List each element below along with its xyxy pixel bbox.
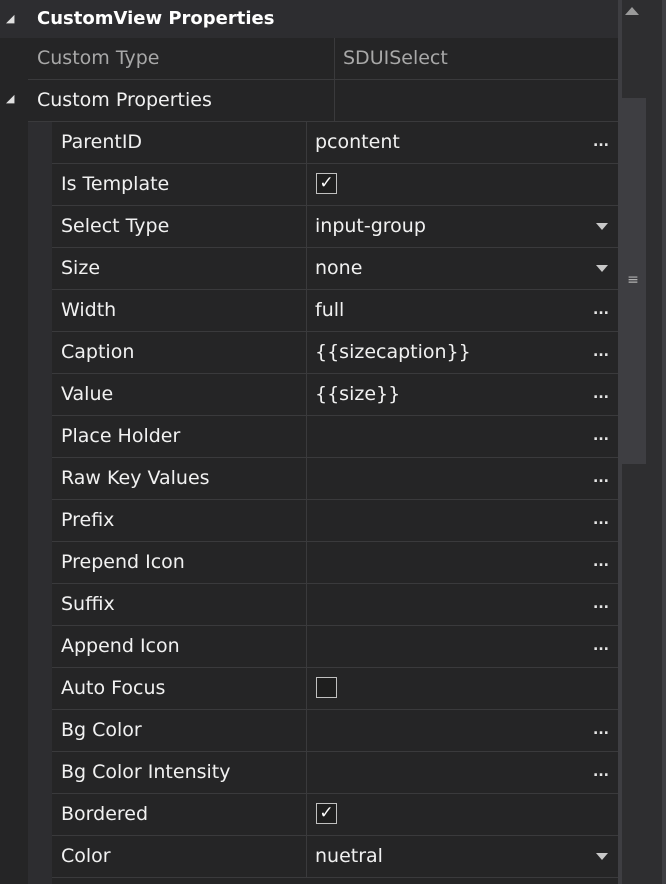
property-name: Select Type	[61, 215, 170, 237]
column-divider	[306, 710, 307, 751]
property-name: ParentID	[61, 131, 143, 153]
column-divider	[306, 248, 307, 289]
property-row-select-type[interactable]: Select Type input-group	[52, 206, 618, 248]
property-name: Custom Type	[37, 47, 160, 69]
property-name: Bg Color	[61, 719, 142, 741]
checkbox-unchecked[interactable]	[316, 677, 337, 698]
property-row-bg-color-intensity[interactable]: Bg Color Intensity...	[52, 752, 618, 794]
property-value: SDUISelect	[343, 47, 448, 69]
property-row-raw-key-values[interactable]: Raw Key Values...	[52, 458, 618, 500]
category-title: CustomView Properties	[37, 8, 275, 29]
ellipsis-button[interactable]: ...	[593, 710, 609, 751]
column-divider	[306, 164, 307, 205]
column-divider	[334, 38, 335, 79]
collapse-arrow-icon[interactable]: ◢	[6, 0, 14, 40]
property-value[interactable]: {{size}}	[315, 374, 400, 415]
column-divider	[306, 122, 307, 163]
collapse-arrow-icon[interactable]: ◢	[6, 80, 14, 120]
property-name: Size	[61, 257, 101, 279]
property-row-suffix[interactable]: Suffix...	[52, 584, 618, 626]
dropdown-arrow-icon[interactable]	[596, 265, 608, 272]
property-row-value[interactable]: Value {{size}}...	[52, 374, 618, 416]
property-row-custom-type[interactable]: Custom Type SDUISelect	[28, 38, 618, 80]
property-name: Suffix	[61, 593, 115, 615]
column-divider	[306, 584, 307, 625]
property-name: Raw Key Values	[61, 467, 210, 489]
property-name: Prepend Icon	[61, 551, 185, 573]
column-divider	[306, 458, 307, 499]
column-divider	[306, 668, 307, 709]
property-row-prefix[interactable]: Prefix...	[52, 500, 618, 542]
column-divider	[306, 332, 307, 373]
checkmark-icon: ✓	[319, 173, 334, 193]
property-name: Width	[61, 299, 117, 321]
property-name: Bordered	[61, 803, 149, 825]
subcategory-row: Custom Properties	[28, 80, 618, 122]
ellipsis-button[interactable]: ...	[593, 122, 609, 163]
property-name: Color	[61, 845, 111, 867]
property-value[interactable]: input-group	[315, 206, 426, 247]
ellipsis-button[interactable]: ...	[593, 542, 609, 583]
ellipsis-button[interactable]: ...	[593, 374, 609, 415]
property-row-parentid[interactable]: ParentID pcontent...	[52, 122, 618, 164]
property-value[interactable]: {{sizecaption}}	[315, 332, 471, 373]
property-name: Bg Color Intensity	[61, 761, 231, 783]
column-divider	[306, 752, 307, 793]
ellipsis-button[interactable]: ...	[593, 458, 609, 499]
ellipsis-button[interactable]: ...	[593, 626, 609, 667]
property-name: Append Icon	[61, 635, 180, 657]
ellipsis-button[interactable]: ...	[593, 584, 609, 625]
property-row-bordered[interactable]: Bordered ✓	[52, 794, 618, 836]
property-value[interactable]: full	[315, 290, 344, 331]
property-name: Auto Focus	[61, 677, 166, 699]
property-row-size[interactable]: Size none	[52, 248, 618, 290]
column-divider	[334, 80, 335, 121]
property-value[interactable]: none	[315, 248, 362, 289]
dropdown-arrow-icon[interactable]	[596, 853, 608, 860]
checkmark-icon: ✓	[319, 803, 334, 823]
subcategory-title: Custom Properties	[37, 89, 212, 111]
column-divider	[306, 836, 307, 877]
property-row-is-template[interactable]: Is Template ✓	[52, 164, 618, 206]
column-divider	[306, 500, 307, 541]
indent-gutter	[28, 122, 52, 884]
property-row-bg-color[interactable]: Bg Color...	[52, 710, 618, 752]
ellipsis-button[interactable]: ...	[593, 290, 609, 331]
property-value[interactable]: nuetral	[315, 836, 383, 877]
property-grid: ◢ CustomView Properties Custom Type SDUI…	[0, 0, 618, 884]
ellipsis-button[interactable]: ...	[593, 332, 609, 373]
property-row-prepend-icon[interactable]: Prepend Icon...	[52, 542, 618, 584]
ellipsis-button[interactable]: ...	[593, 752, 609, 793]
ellipsis-button[interactable]: ...	[593, 416, 609, 457]
dropdown-arrow-icon[interactable]	[596, 223, 608, 230]
property-name: Caption	[61, 341, 135, 363]
column-divider	[306, 206, 307, 247]
ellipsis-button[interactable]: ...	[593, 500, 609, 541]
property-row-caption[interactable]: Caption {{sizecaption}}...	[52, 332, 618, 374]
column-divider	[306, 416, 307, 457]
property-name: Is Template	[61, 173, 170, 195]
column-divider	[306, 794, 307, 835]
column-divider	[306, 290, 307, 331]
property-row-auto-focus[interactable]: Auto Focus	[52, 668, 618, 710]
property-row-width[interactable]: Width full...	[52, 290, 618, 332]
category-custom-properties[interactable]: ◢ Custom Properties	[0, 80, 618, 122]
checkbox-checked[interactable]: ✓	[316, 803, 337, 824]
column-divider	[306, 626, 307, 667]
property-name: Value	[61, 383, 114, 405]
property-name: Place Holder	[61, 425, 181, 447]
column-divider	[306, 542, 307, 583]
column-divider	[306, 374, 307, 415]
property-row-append-icon[interactable]: Append Icon...	[52, 626, 618, 668]
checkbox-checked[interactable]: ✓	[316, 173, 337, 194]
category-customview-properties[interactable]: ◢ CustomView Properties	[0, 0, 618, 38]
grip-icon: ≡	[627, 272, 639, 288]
property-name: Prefix	[61, 509, 115, 531]
property-value[interactable]: pcontent	[315, 122, 400, 163]
scroll-up-arrow-icon[interactable]	[625, 7, 639, 15]
property-row-color[interactable]: Color nuetral	[52, 836, 618, 878]
property-row-place-holder[interactable]: Place Holder...	[52, 416, 618, 458]
